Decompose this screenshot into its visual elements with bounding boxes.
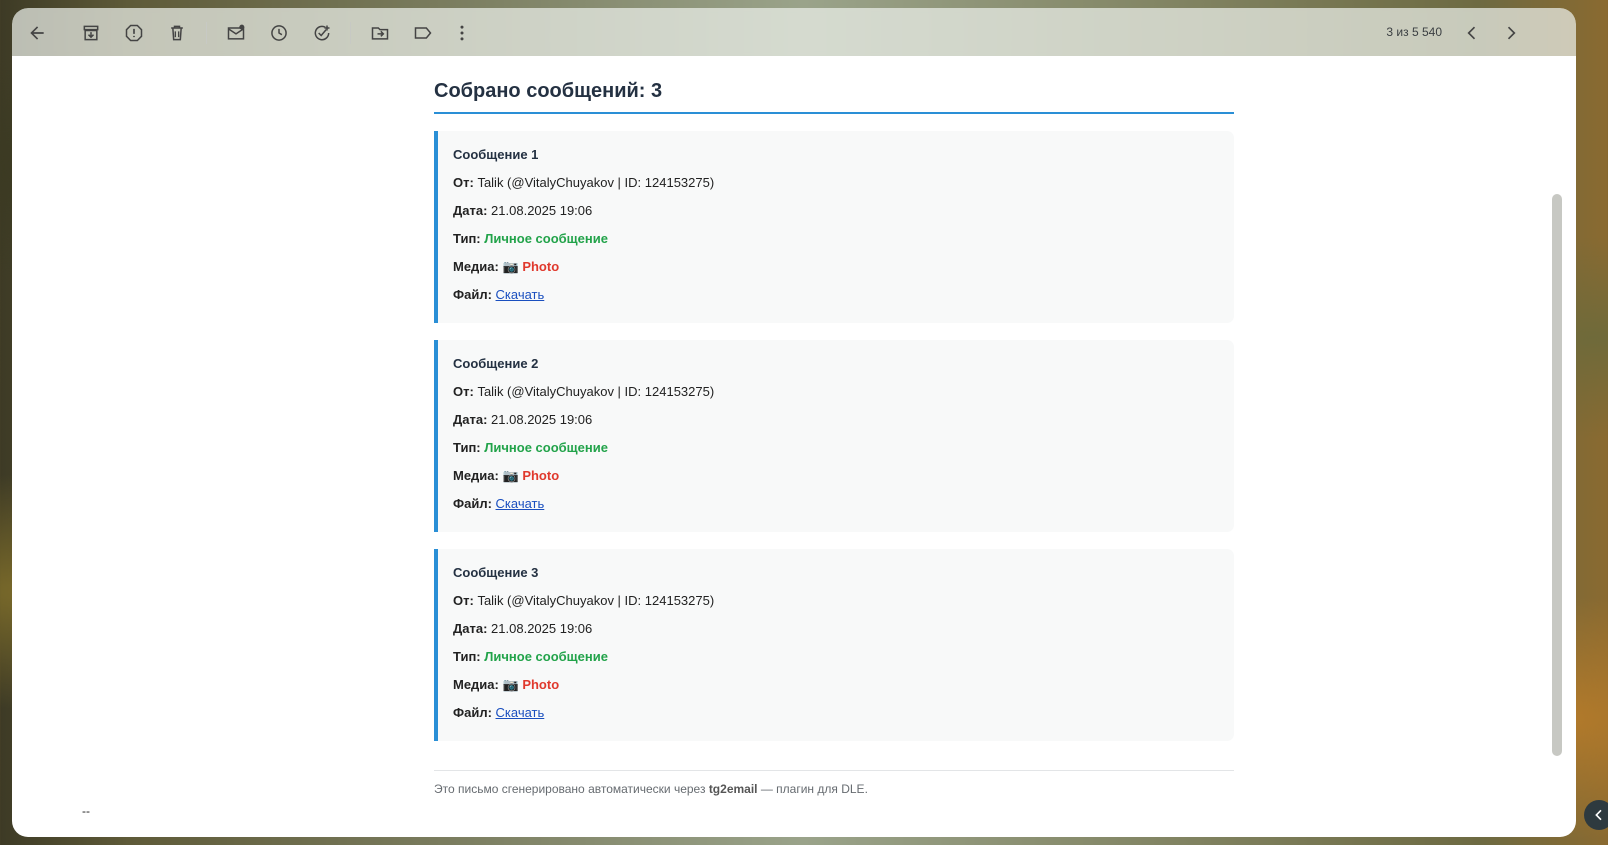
report-spam-icon	[125, 24, 143, 42]
type-label: Тип:	[453, 649, 481, 664]
type-value: Личное сообщение	[484, 649, 608, 664]
footer-divider	[434, 770, 1234, 771]
media-value: Photo	[522, 259, 560, 274]
signature-separator: --	[82, 804, 90, 818]
message-counter: 3 из 5 540	[1386, 25, 1442, 39]
camera-icon: 📷	[502, 677, 519, 692]
file-row: Файл: Скачать	[453, 497, 1216, 511]
date-label: Дата:	[453, 621, 488, 636]
from-value: Talik (@VitalyChuyakov | ID: 124153275)	[477, 384, 715, 399]
add-task-icon	[314, 25, 330, 41]
chevron-right-icon	[1507, 26, 1516, 40]
from-value: Talik (@VitalyChuyakov | ID: 124153275)	[477, 593, 715, 608]
from-row: От: Talik (@VitalyChuyakov | ID: 1241532…	[453, 385, 1216, 399]
chevron-left-icon	[1467, 26, 1476, 40]
type-value: Личное сообщение	[484, 231, 608, 246]
delete-button[interactable]	[162, 18, 192, 48]
footer-brand: tg2email	[708, 782, 758, 796]
download-link[interactable]: Скачать	[496, 496, 545, 511]
back-arrow-icon	[30, 26, 44, 40]
more-options-button[interactable]	[447, 18, 477, 48]
download-link[interactable]: Скачать	[496, 705, 545, 720]
media-row: Медиа: 📷 Photo	[453, 469, 1216, 483]
date-value: 21.08.2025 19:06	[491, 412, 593, 427]
from-label: От:	[453, 593, 474, 608]
newer-button[interactable]	[1457, 18, 1487, 48]
email-content: Собрано сообщений: 3 Сообщение 1 От: Tal…	[434, 56, 1234, 796]
media-label: Медиа:	[453, 677, 499, 692]
date-value: 21.08.2025 19:06	[491, 621, 593, 636]
from-row: От: Talik (@VitalyChuyakov | ID: 1241532…	[453, 594, 1216, 608]
label-button[interactable]	[408, 18, 438, 48]
message-toolbar: 3 из 5 540	[12, 8, 1576, 56]
from-label: От:	[453, 384, 474, 399]
type-row: Тип: Личное сообщение	[453, 232, 1216, 246]
message-card: Сообщение 3 От: Talik (@VitalyChuyakov |…	[434, 549, 1234, 741]
snooze-icon	[271, 25, 287, 41]
file-label: Файл:	[453, 496, 492, 511]
from-row: От: Talik (@VitalyChuyakov | ID: 1241532…	[453, 176, 1216, 190]
label-icon	[414, 27, 432, 39]
type-value: Личное сообщение	[484, 440, 608, 455]
media-label: Медиа:	[453, 468, 499, 483]
message-title: Сообщение 3	[453, 565, 539, 580]
type-row: Тип: Личное сообщение	[453, 650, 1216, 664]
move-to-icon	[371, 27, 389, 40]
snooze-button[interactable]	[264, 18, 294, 48]
more-vert-icon	[460, 25, 464, 41]
type-label: Тип:	[453, 440, 481, 455]
from-label: От:	[453, 175, 474, 190]
date-row: Дата: 21.08.2025 19:06	[453, 413, 1216, 427]
page-title: Собрано сообщений: 3	[434, 80, 1234, 114]
download-link[interactable]: Скачать	[496, 287, 545, 302]
from-value: Talik (@VitalyChuyakov | ID: 124153275)	[477, 175, 715, 190]
side-panel-toggle[interactable]	[1584, 800, 1608, 830]
scrollbar-thumb[interactable]	[1552, 194, 1562, 756]
back-button[interactable]	[22, 18, 52, 48]
message-title: Сообщение 2	[453, 356, 539, 371]
media-value: Photo	[522, 468, 560, 483]
message-body: Собрано сообщений: 3 Сообщение 1 От: Tal…	[12, 56, 1576, 837]
file-label: Файл:	[453, 287, 492, 302]
date-label: Дата:	[453, 412, 488, 427]
move-to-button[interactable]	[365, 18, 395, 48]
footer-prefix: Это письмо сгенерировано автоматически ч…	[434, 782, 709, 796]
type-row: Тип: Личное сообщение	[453, 441, 1216, 455]
media-label: Медиа:	[453, 259, 499, 274]
mail-window: 3 из 5 540 Собрано сообщений: 3 Сообщени…	[12, 8, 1576, 837]
message-card: Сообщение 2 От: Talik (@VitalyChuyakov |…	[434, 340, 1234, 532]
archive-button[interactable]	[76, 18, 106, 48]
camera-icon: 📷	[502, 259, 519, 274]
mark-unread-icon	[227, 24, 245, 40]
file-row: Файл: Скачать	[453, 288, 1216, 302]
report-spam-button[interactable]	[119, 18, 149, 48]
media-value: Photo	[522, 677, 560, 692]
toolbar-divider	[350, 22, 351, 44]
date-value: 21.08.2025 19:06	[491, 203, 593, 218]
add-task-button[interactable]	[307, 18, 337, 48]
type-label: Тип:	[453, 231, 481, 246]
email-footer: Это письмо сгенерировано автоматически ч…	[434, 782, 1234, 796]
archive-icon	[83, 25, 99, 41]
message-card: Сообщение 1 От: Talik (@VitalyChuyakov |…	[434, 131, 1234, 323]
delete-icon	[171, 25, 183, 41]
chevron-left-icon	[1595, 809, 1602, 821]
date-row: Дата: 21.08.2025 19:06	[453, 622, 1216, 636]
date-label: Дата:	[453, 203, 488, 218]
mark-unread-button[interactable]	[221, 18, 251, 48]
toolbar-divider	[206, 22, 207, 44]
older-button[interactable]	[1496, 18, 1526, 48]
media-row: Медиа: 📷 Photo	[453, 678, 1216, 692]
message-title: Сообщение 1	[453, 147, 539, 162]
media-row: Медиа: 📷 Photo	[453, 260, 1216, 274]
date-row: Дата: 21.08.2025 19:06	[453, 204, 1216, 218]
camera-icon: 📷	[502, 468, 519, 483]
file-label: Файл:	[453, 705, 492, 720]
file-row: Файл: Скачать	[453, 706, 1216, 720]
footer-suffix: — плагин для DLE.	[757, 782, 868, 796]
